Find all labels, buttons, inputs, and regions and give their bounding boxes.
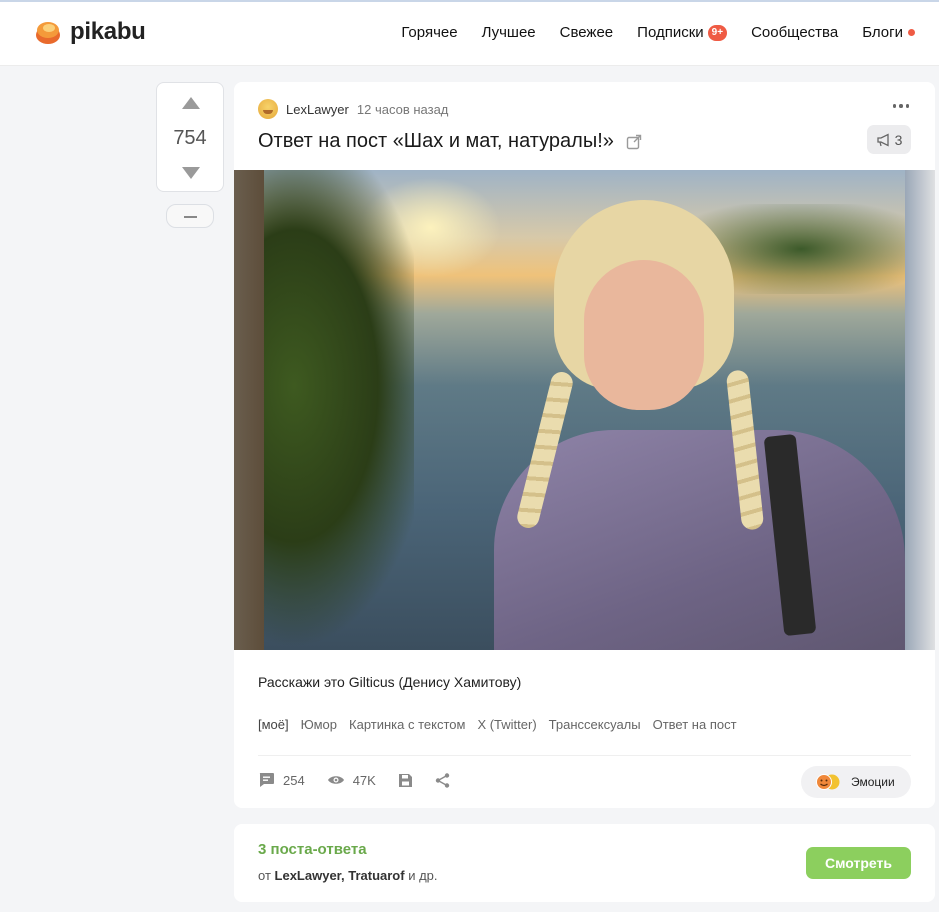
nav-subscriptions-label: Подписки — [637, 24, 704, 41]
photo-blur-right — [905, 170, 935, 650]
nav-hot[interactable]: Горячее — [401, 24, 457, 41]
triangle-down-icon[interactable] — [181, 165, 201, 181]
photo-torso — [494, 430, 905, 650]
minus-icon — [184, 216, 197, 218]
nav-blogs-label: Блоги — [862, 24, 903, 41]
tag-list: [моё] Юмор Картинка с текстом X (Twitter… — [258, 717, 737, 732]
reply-posts-title[interactable]: 3 поста-ответа — [258, 841, 367, 858]
replies-suffix: и др. — [408, 868, 438, 883]
photo-face — [584, 260, 704, 410]
author-name[interactable]: LexLawyer — [286, 102, 349, 117]
nav-hot-label: Горячее — [401, 24, 458, 41]
post-actions: 254 47K — [258, 772, 450, 788]
nav-best[interactable]: Лучшее — [482, 24, 536, 41]
eye-icon — [327, 776, 344, 784]
external-link-icon[interactable] — [626, 134, 642, 150]
save-button[interactable] — [398, 773, 413, 788]
replies-prefix: от — [258, 868, 271, 883]
share-button[interactable] — [435, 772, 450, 788]
tag-item[interactable]: X (Twitter) — [477, 717, 536, 732]
photo-content — [264, 170, 905, 650]
nav-fresh-label: Свежее — [559, 24, 614, 41]
emotions-button[interactable]: Эмоции — [801, 766, 911, 798]
vote-panel: 754 — [156, 82, 224, 192]
tag-item[interactable]: Ответ на пост — [653, 717, 737, 732]
tag-item[interactable]: Транссексуалы — [549, 717, 641, 732]
nav-communities[interactable]: Сообщества — [751, 24, 838, 41]
share-icon — [435, 772, 450, 788]
post-time: 12 часов назад — [356, 101, 449, 117]
rating-value: 754 — [173, 127, 207, 149]
emotions-faces-icon — [816, 774, 840, 790]
nav-communities-label: Сообщества — [751, 24, 839, 41]
hide-post-button[interactable] — [166, 204, 214, 228]
reposts-count: 3 — [894, 131, 903, 148]
photo-person — [474, 200, 905, 650]
reply-posts-authors: от LexLawyer, Tratuarof и др. — [258, 868, 438, 883]
photo-trees-left — [264, 170, 414, 650]
blogs-new-dot — [908, 29, 915, 36]
nav-fresh[interactable]: Свежее — [560, 24, 614, 41]
main-nav: Горячее Лучшее Свежее Подписки 9+ Сообще… — [401, 24, 915, 41]
reply-posts-card: 3 поста-ответа от LexLawyer, Tratuarof и… — [234, 824, 935, 902]
views-count: 47K — [352, 772, 376, 788]
photo-blur-left — [234, 170, 264, 650]
megaphone-icon — [876, 132, 889, 147]
tag-item[interactable]: Картинка с текстом — [349, 717, 465, 732]
card-divider — [258, 755, 911, 756]
save-icon — [398, 773, 412, 787]
replies-author-names[interactable]: LexLawyer, Tratuarof — [275, 868, 405, 883]
tag-item[interactable]: [моё] — [258, 717, 289, 732]
comments-count: 254 — [283, 772, 305, 788]
watch-replies-button[interactable]: Смотреть — [806, 847, 911, 879]
post-photo[interactable] — [234, 170, 935, 650]
author-avatar[interactable] — [258, 99, 278, 119]
comments-button[interactable]: 254 — [258, 772, 305, 788]
more-options-icon[interactable] — [892, 104, 909, 108]
comment-icon — [259, 773, 274, 787]
nav-best-label: Лучшее — [481, 24, 536, 41]
tag-item[interactable]: Юмор — [301, 717, 337, 732]
post-caption: Расскажи это Gilticus (Денису Хамитову) — [258, 674, 522, 690]
author-row: LexLawyer 12 часов назад — [258, 99, 448, 119]
nav-subscriptions[interactable]: Подписки 9+ — [637, 24, 728, 41]
logo-text: pikabu — [70, 18, 146, 45]
subscriptions-badge: 9+ — [707, 24, 728, 41]
site-header: pikabu Горячее Лучшее Свежее Подписки 9+… — [0, 2, 939, 66]
reposts-chip[interactable]: 3 — [867, 125, 911, 154]
pikabu-logo-icon — [36, 22, 60, 44]
views-counter: 47K — [327, 773, 376, 788]
emotions-label: Эмоции — [851, 775, 895, 789]
title-row: Ответ на пост «Шах и мат, натуралы!» — [258, 130, 642, 153]
logo[interactable]: pikabu — [34, 18, 146, 46]
post-title[interactable]: Ответ на пост «Шах и мат, натуралы!» — [258, 130, 614, 153]
triangle-up-icon[interactable] — [181, 95, 201, 111]
nav-blogs[interactable]: Блоги — [862, 24, 915, 41]
story-card: LexLawyer 12 часов назад Ответ на пост «… — [234, 82, 935, 808]
